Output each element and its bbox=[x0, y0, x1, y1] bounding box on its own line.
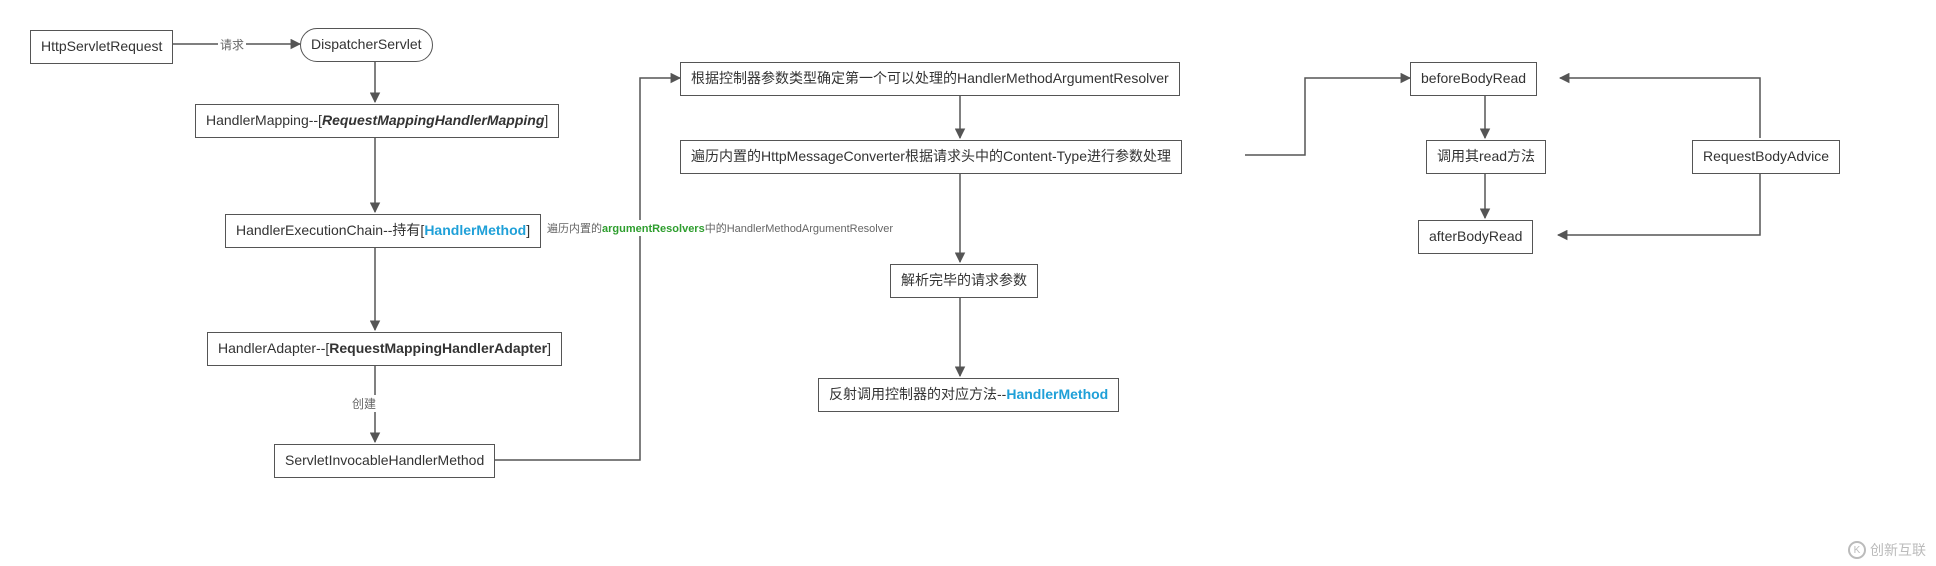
text-link: HandlerMethod bbox=[424, 222, 526, 238]
node-label: afterBodyRead bbox=[1429, 228, 1522, 244]
text-emphasis: argumentResolvers bbox=[602, 223, 705, 235]
node-before-body-read: beforeBodyRead bbox=[1410, 62, 1537, 96]
text-emphasis: RequestMappingHandlerAdapter bbox=[329, 340, 547, 356]
node-label: RequestBodyAdvice bbox=[1703, 148, 1829, 164]
text-part: 中的HandlerMethodArgumentResolver bbox=[705, 223, 893, 235]
node-parsed-params: 解析完毕的请求参数 bbox=[890, 264, 1038, 298]
node-handler-adapter: HandlerAdapter--[RequestMappingHandlerAd… bbox=[207, 332, 562, 366]
text-emphasis: RequestMappingHandlerMapping bbox=[322, 112, 544, 128]
text-part: 遍历内置的 bbox=[547, 223, 602, 235]
watermark-icon: K bbox=[1848, 541, 1866, 559]
node-label: 解析完毕的请求参数 bbox=[901, 272, 1027, 288]
text-part: ] bbox=[526, 222, 530, 238]
node-label: 遍历内置的HttpMessageConverter根据请求头中的Content-… bbox=[691, 148, 1171, 164]
watermark-text: 创新互联 bbox=[1870, 540, 1926, 560]
node-handler-execution-chain: HandlerExecutionChain--持有[HandlerMethod] bbox=[225, 214, 541, 248]
node-servlet-invocable-handler-method: ServletInvocableHandlerMethod bbox=[274, 444, 495, 478]
watermark: K 创新互联 bbox=[1848, 540, 1926, 560]
text-part: HandlerAdapter--[ bbox=[218, 340, 329, 356]
node-dispatcher-servlet: DispatcherServlet bbox=[300, 28, 433, 62]
node-label: beforeBodyRead bbox=[1421, 70, 1526, 86]
text-part: ] bbox=[547, 340, 551, 356]
node-resolver-pick: 根据控制器参数类型确定第一个可以处理的HandlerMethodArgument… bbox=[680, 62, 1180, 96]
node-label: 调用其read方法 bbox=[1437, 148, 1535, 164]
text-part: ] bbox=[544, 112, 548, 128]
node-label: ServletInvocableHandlerMethod bbox=[285, 452, 484, 468]
node-converter-traverse: 遍历内置的HttpMessageConverter根据请求头中的Content-… bbox=[680, 140, 1182, 174]
node-handler-mapping: HandlerMapping--[RequestMappingHandlerMa… bbox=[195, 104, 559, 138]
edge-label-traverse-resolvers: 遍历内置的argumentResolvers中的HandlerMethodArg… bbox=[545, 220, 895, 236]
node-reflect-call: 反射调用控制器的对应方法--HandlerMethod bbox=[818, 378, 1119, 412]
node-label: 根据控制器参数类型确定第一个可以处理的HandlerMethodArgument… bbox=[691, 70, 1169, 86]
node-request-body-advice: RequestBodyAdvice bbox=[1692, 140, 1840, 174]
node-http-servlet-request: HttpServletRequest bbox=[30, 30, 173, 64]
node-call-read: 调用其read方法 bbox=[1426, 140, 1546, 174]
text-link: HandlerMethod bbox=[1006, 386, 1108, 402]
edge-label-request: 请求 bbox=[218, 36, 246, 53]
text-part: HandlerMapping--[ bbox=[206, 112, 322, 128]
edge-label-create: 创建 bbox=[350, 395, 378, 412]
node-after-body-read: afterBodyRead bbox=[1418, 220, 1533, 254]
node-label: DispatcherServlet bbox=[311, 36, 422, 52]
text-part: 反射调用控制器的对应方法-- bbox=[829, 386, 1006, 402]
text-part: HandlerExecutionChain--持有[ bbox=[236, 222, 424, 238]
node-label: HttpServletRequest bbox=[41, 38, 162, 54]
